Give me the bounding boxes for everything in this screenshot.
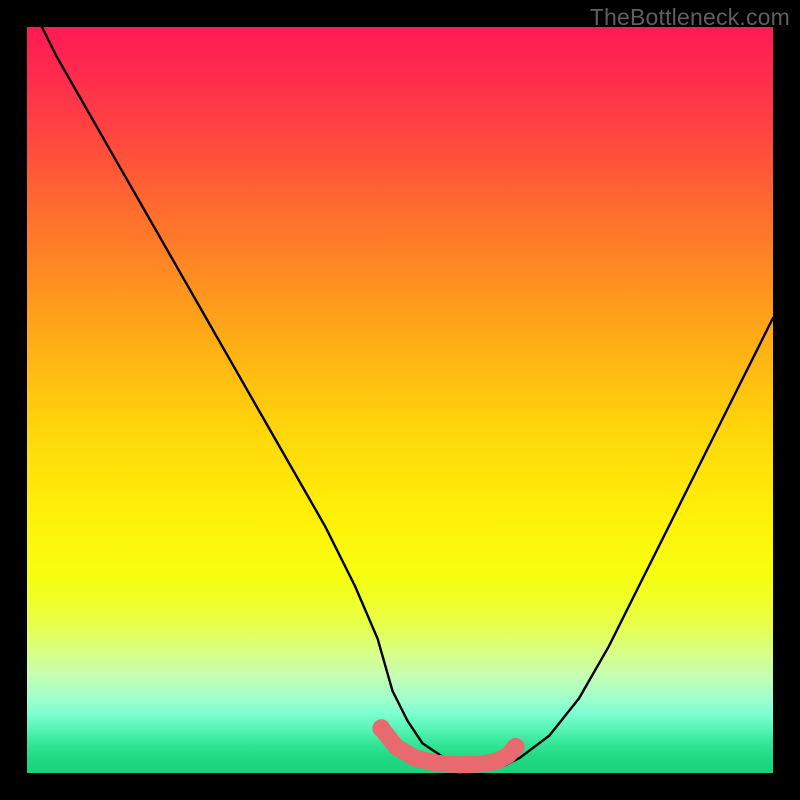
chart-frame: TheBottleneck.com	[0, 0, 800, 800]
optimal-end-dot	[372, 719, 390, 737]
plot-area	[27, 27, 773, 773]
bottleneck-curve	[27, 0, 773, 765]
optimal-end-dot	[507, 738, 525, 756]
chart-svg	[27, 27, 773, 773]
optimal-region	[372, 719, 524, 765]
watermark-text: TheBottleneck.com	[590, 4, 790, 31]
